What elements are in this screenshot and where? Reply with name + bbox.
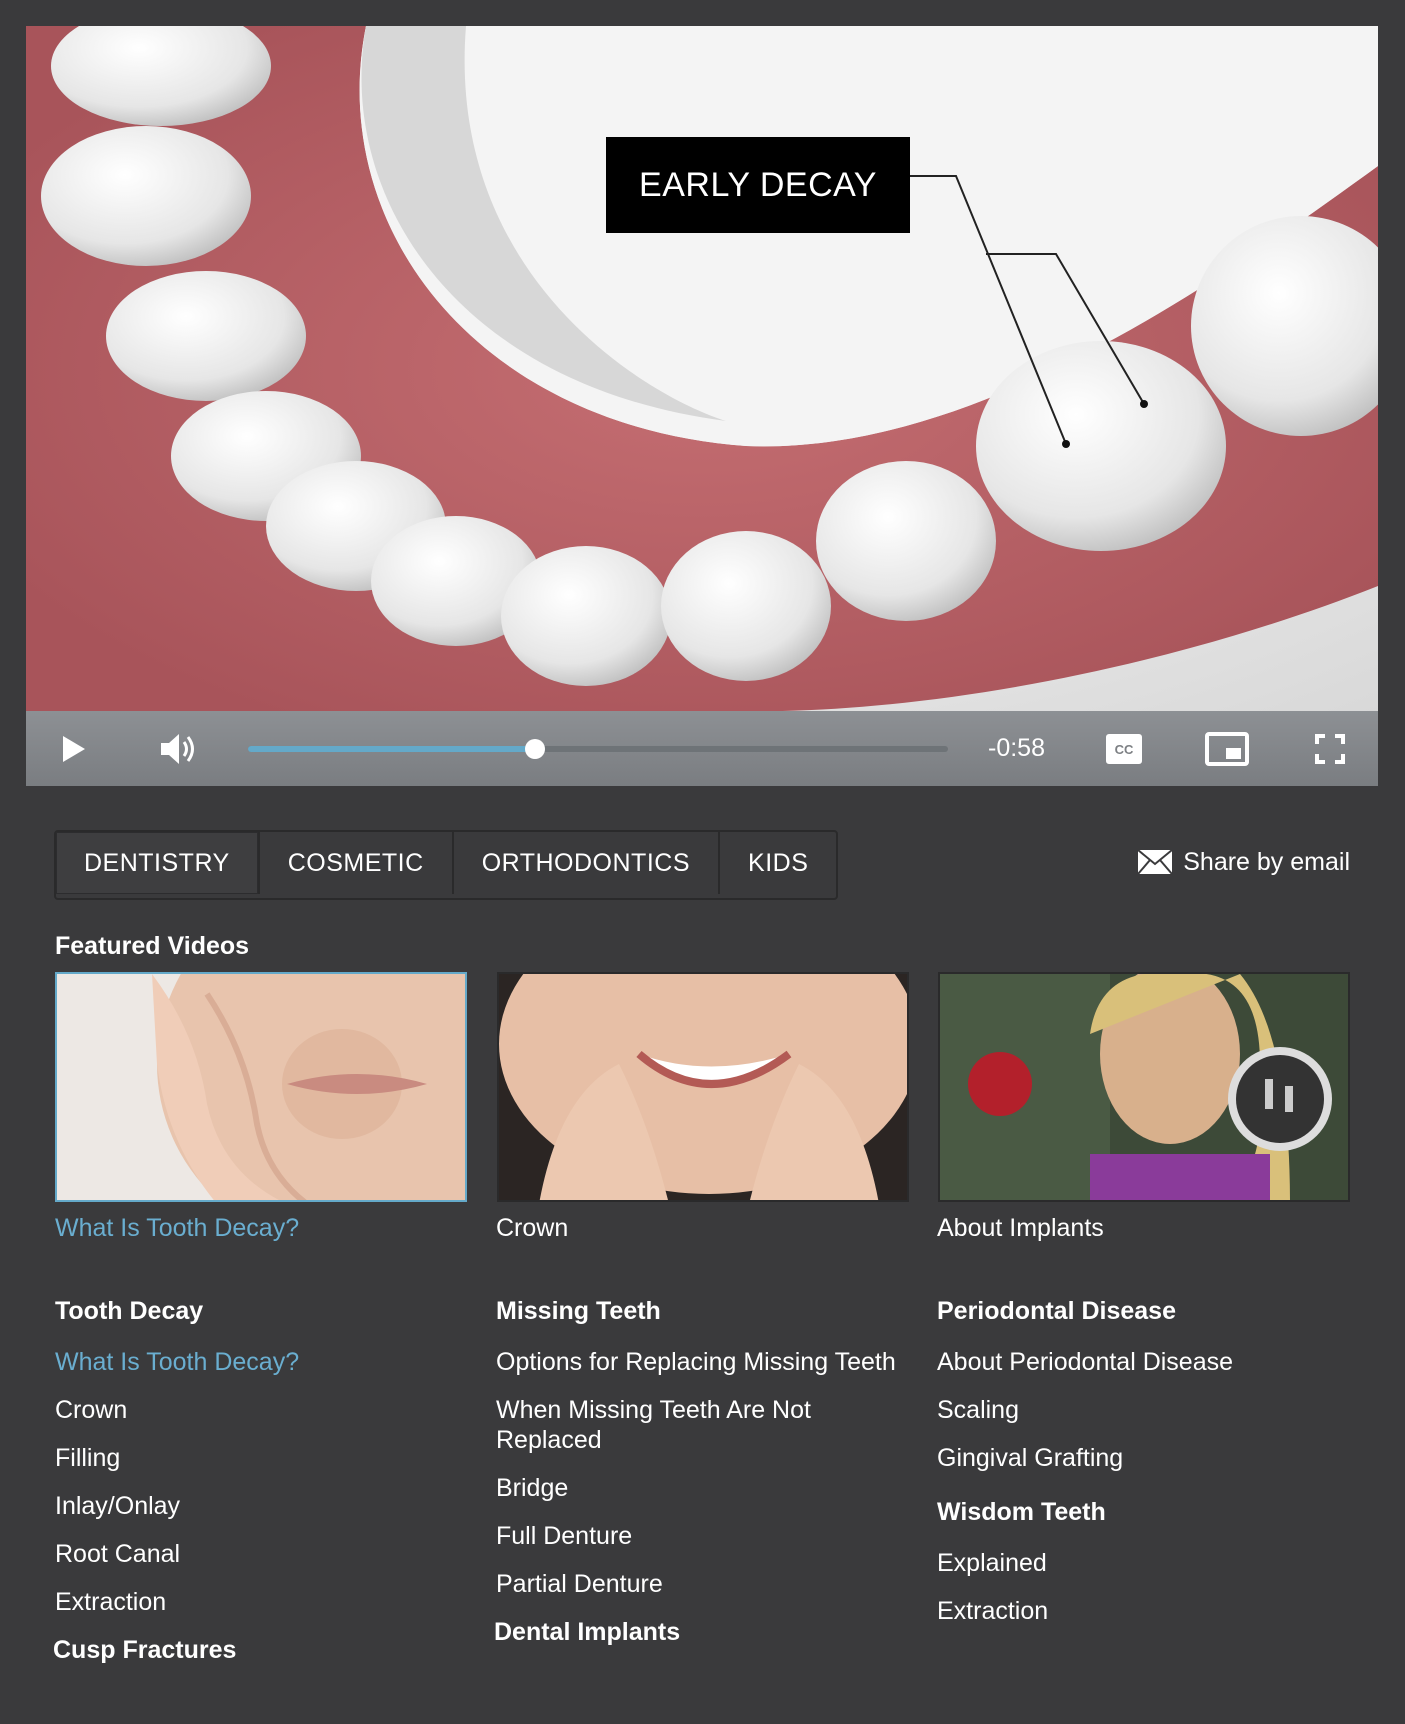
topic-column-periodontal-disease: Periodontal Disease About Periodontal Di… xyxy=(937,1296,1357,1644)
svg-text:CC: CC xyxy=(1115,742,1134,757)
featured-caption-implants[interactable]: About Implants xyxy=(937,1214,1104,1243)
topic-column-missing-teeth: Missing Teeth Options for Replacing Miss… xyxy=(494,1296,916,1668)
picture-in-picture-button[interactable] xyxy=(1204,711,1250,786)
time-remaining: -0:58 xyxy=(988,734,1045,762)
video-frame[interactable] xyxy=(26,26,1378,711)
topic-link[interactable]: Partial Denture xyxy=(496,1569,916,1599)
tab-cosmetic[interactable]: COSMETIC xyxy=(257,832,452,894)
featured-thumbnail-implants[interactable] xyxy=(938,972,1350,1202)
closed-captions-button[interactable]: CC xyxy=(1104,711,1144,786)
volume-icon xyxy=(161,733,194,764)
topic-link[interactable]: Gingival Grafting xyxy=(937,1443,1357,1473)
picture-in-picture-icon xyxy=(1205,731,1249,766)
featured-thumbnail-tooth-decay[interactable] xyxy=(55,972,467,1202)
video-controls: -0:58 CC xyxy=(26,711,1378,786)
play-button[interactable] xyxy=(54,711,94,786)
topic-link[interactable]: Crown xyxy=(55,1395,475,1425)
tab-dentistry[interactable]: DENTISTRY xyxy=(56,832,258,894)
tab-orthodontics[interactable]: ORTHODONTICS xyxy=(451,832,718,894)
topic-link[interactable]: Inlay/Onlay xyxy=(55,1491,475,1521)
progress-fill xyxy=(248,746,535,752)
topic-heading-dental-implants[interactable]: Dental Implants xyxy=(494,1617,916,1647)
play-icon xyxy=(63,735,85,762)
featured-videos-title: Featured Videos xyxy=(55,932,250,960)
featured-caption-crown[interactable]: Crown xyxy=(496,1214,568,1243)
topic-link[interactable]: Scaling xyxy=(937,1395,1357,1425)
topic-link[interactable]: Filling xyxy=(55,1443,475,1473)
progress-bar[interactable] xyxy=(248,739,948,759)
topic-link[interactable]: Extraction xyxy=(55,1587,475,1617)
category-tabs: DENTISTRY COSMETIC ORTHODONTICS KIDS xyxy=(54,830,839,900)
topic-heading-missing-teeth[interactable]: Missing Teeth xyxy=(496,1296,916,1326)
topic-link[interactable]: What Is Tooth Decay? xyxy=(55,1347,475,1377)
volume-button[interactable] xyxy=(156,711,202,786)
share-label: Share by email xyxy=(1183,847,1350,876)
topic-heading-tooth-decay[interactable]: Tooth Decay xyxy=(55,1296,475,1326)
topic-link[interactable]: About Periodontal Disease xyxy=(937,1347,1357,1377)
progress-handle[interactable] xyxy=(525,739,545,759)
topic-column-tooth-decay: Tooth Decay What Is Tooth Decay? Crown F… xyxy=(53,1296,475,1686)
closed-captions-icon: CC xyxy=(1106,733,1142,764)
tab-kids[interactable]: KIDS xyxy=(718,832,836,894)
topic-link[interactable]: Extraction xyxy=(937,1596,1357,1626)
envelope-icon xyxy=(1137,849,1174,875)
featured-caption-tooth-decay[interactable]: What Is Tooth Decay? xyxy=(55,1214,299,1243)
topic-heading-cusp-fractures[interactable]: Cusp Fractures xyxy=(53,1635,475,1665)
topic-link[interactable]: Options for Replacing Missing Teeth xyxy=(496,1347,916,1377)
video-player[interactable]: EARLY DECAY -0:58 CC xyxy=(26,26,1378,786)
fullscreen-icon xyxy=(1315,733,1345,764)
topic-link[interactable]: Root Canal xyxy=(55,1539,475,1569)
topic-heading-wisdom-teeth[interactable]: Wisdom Teeth xyxy=(937,1497,1357,1527)
share-by-email-link[interactable]: Share by email xyxy=(1137,842,1350,882)
featured-thumbnail-crown[interactable] xyxy=(497,972,909,1202)
fullscreen-button[interactable] xyxy=(1310,711,1350,786)
topic-heading-periodontal-disease[interactable]: Periodontal Disease xyxy=(937,1296,1357,1326)
callout-label: EARLY DECAY xyxy=(606,137,910,233)
topic-link[interactable]: Explained xyxy=(937,1548,1357,1578)
topic-link[interactable]: When Missing Teeth Are Not Replaced xyxy=(496,1395,856,1455)
topic-link[interactable]: Bridge xyxy=(496,1473,916,1503)
topic-link[interactable]: Full Denture xyxy=(496,1521,916,1551)
